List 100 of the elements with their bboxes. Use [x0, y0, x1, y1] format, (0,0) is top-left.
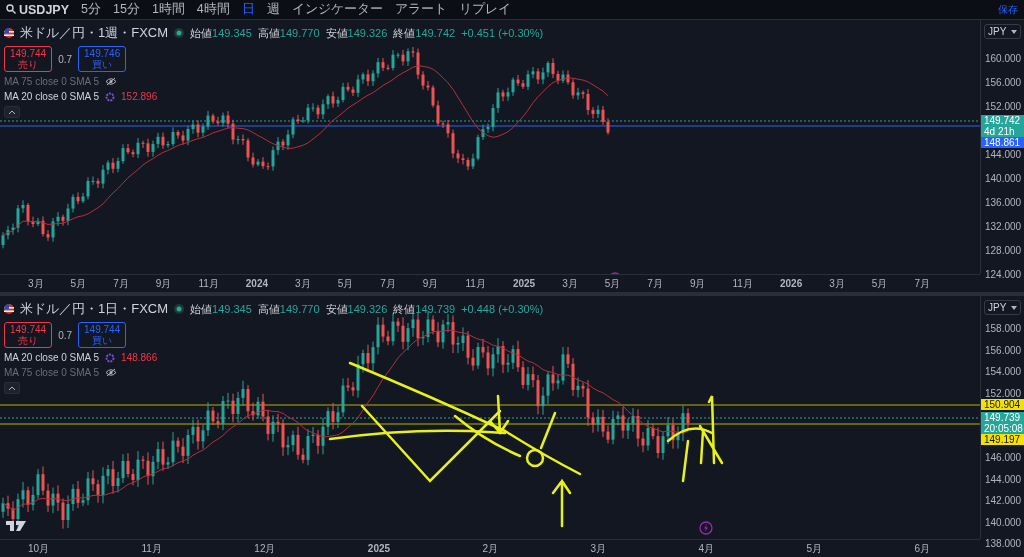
- ohlc-value: 始値149.345: [190, 25, 252, 41]
- flag-icon: [4, 304, 14, 314]
- price-tick: 128.000: [985, 245, 1022, 256]
- time-tick: 2月: [482, 541, 499, 556]
- caret-down-icon: [1011, 305, 1017, 310]
- time-tick: 11月: [732, 276, 753, 291]
- search-icon: [6, 3, 16, 14]
- price-tick: 142.000: [985, 495, 1022, 506]
- time-tick: 9月: [155, 276, 172, 291]
- price-tick: 146.000: [985, 452, 1022, 463]
- indicator-label[interactable]: MA 20 close 0 SMA 5: [4, 91, 100, 102]
- time-tick: 12月: [254, 541, 276, 556]
- collapse-button[interactable]: [4, 106, 20, 118]
- collapse-button[interactable]: [4, 382, 20, 394]
- symbol-search[interactable]: USDJPY: [6, 2, 70, 17]
- time-tick: 5月: [337, 276, 354, 291]
- chevron-up-icon: [8, 109, 16, 115]
- price-tick: 154.000: [985, 366, 1022, 377]
- price-label: 149.197: [981, 433, 1024, 445]
- price-tick: 140.000: [985, 516, 1022, 528]
- time-tick: 7月: [647, 276, 663, 291]
- price-tick: 138.000: [985, 538, 1022, 549]
- price-tick: 144.000: [985, 149, 1022, 160]
- price-change: +0.448 (+0.30%): [461, 303, 544, 315]
- price-tick: 140.000: [985, 173, 1022, 184]
- logo-icon: [6, 521, 26, 531]
- time-tick: 3月: [590, 541, 607, 556]
- interval-button[interactable]: 日: [241, 1, 255, 18]
- time-tick: 2025: [367, 543, 391, 554]
- spread-value: 0.7: [58, 329, 73, 341]
- eye-hidden-icon[interactable]: [105, 368, 118, 377]
- currency-dropdown[interactable]: JPY: [984, 24, 1021, 39]
- time-tick: 7月: [113, 276, 129, 291]
- time-tick: 5月: [70, 276, 87, 291]
- interval-button[interactable]: 週: [266, 1, 280, 18]
- interval-button[interactable]: 15分: [113, 1, 140, 18]
- price-tick: 152.000: [985, 387, 1022, 399]
- interval-button[interactable]: 1時間: [151, 1, 185, 18]
- price-label: 149.742 4d 21h: [981, 114, 1024, 137]
- indicator-value: 152.896: [121, 91, 158, 102]
- time-tick: 7月: [914, 276, 930, 291]
- time-tick: 3月: [562, 276, 578, 291]
- price-tick: 132.000: [985, 221, 1022, 232]
- alert-button[interactable]: アラート: [394, 1, 447, 18]
- sell-button[interactable]: 149.744 売り: [4, 46, 53, 72]
- time-tick: 5月: [604, 276, 621, 291]
- time-tick: 9月: [689, 276, 706, 291]
- price-label: 148.861: [981, 136, 1024, 148]
- indicator-label[interactable]: MA 20 close 0 SMA 5: [4, 352, 100, 363]
- indicator-value: 148.866: [121, 352, 158, 363]
- time-tick: 2026: [779, 278, 803, 289]
- chevron-up-icon: [8, 385, 16, 391]
- status-dot-icon: [174, 304, 185, 314]
- time-tick: 6月: [914, 541, 930, 556]
- time-tick: 5月: [871, 276, 888, 291]
- time-tick: 5月: [806, 541, 822, 556]
- time-tick: 3月: [28, 276, 44, 291]
- currency-dropdown[interactable]: JPY: [984, 300, 1021, 315]
- chart-title: 米ドル／円・1日・FXCM: [20, 300, 169, 318]
- time-tick: 11月: [198, 276, 219, 291]
- price-tick: 136.000: [985, 197, 1022, 208]
- indicator-label[interactable]: MA 75 close 0 SMA 5: [4, 367, 100, 378]
- time-tick: 2024: [245, 278, 269, 289]
- ohlc-value: 安値149.326: [325, 301, 388, 317]
- time-tick: 3月: [829, 276, 845, 291]
- time-tick: 9月: [422, 276, 439, 291]
- ohlc-value: 高値149.770: [257, 25, 320, 41]
- ohlc-value: 高値149.770: [257, 301, 320, 317]
- interval-button[interactable]: 4時間: [196, 1, 230, 18]
- spread-value: 0.7: [58, 53, 73, 65]
- price-tick: 144.000: [985, 473, 1022, 485]
- buy-button[interactable]: 149.744 買い: [78, 322, 127, 348]
- time-tick: 11月: [465, 276, 486, 291]
- price-label: 150.904: [981, 399, 1024, 411]
- ohlc-value: 終値149.739: [393, 301, 456, 317]
- buy-button[interactable]: 149.746 買い: [78, 46, 127, 72]
- time-tick: 7月: [380, 276, 396, 291]
- price-tick: 156.000: [985, 77, 1022, 88]
- price-tick: 160.000: [985, 53, 1022, 64]
- save-button[interactable]: 保存: [998, 2, 1018, 17]
- indicator-ring-icon[interactable]: [105, 91, 116, 102]
- ohlc-value: 始値149.345: [190, 301, 252, 317]
- interval-button[interactable]: 5分: [81, 1, 101, 18]
- sell-button[interactable]: 149.744 売り: [4, 322, 53, 348]
- indicator-ring-icon[interactable]: [105, 352, 116, 363]
- time-tick: 2025: [512, 278, 536, 289]
- lightning-icon[interactable]: [699, 521, 713, 535]
- flag-icon: [4, 28, 14, 38]
- time-tick: 4月: [698, 541, 714, 556]
- ohlc-value: 安値149.326: [325, 25, 388, 41]
- price-change: +0.451 (+0.30%): [461, 27, 544, 39]
- price-tick: 156.000: [985, 344, 1022, 356]
- indicators-button[interactable]: インジケーター: [291, 1, 383, 18]
- time-tick: 3月: [295, 276, 311, 291]
- eye-hidden-icon[interactable]: [105, 77, 118, 86]
- price-tick: 158.000: [985, 323, 1022, 334]
- ohlc-value: 終値149.742: [393, 25, 456, 41]
- indicator-label[interactable]: MA 75 close 0 SMA 5: [4, 76, 100, 87]
- replay-button[interactable]: リプレイ: [458, 1, 511, 18]
- status-dot-icon: [174, 28, 185, 38]
